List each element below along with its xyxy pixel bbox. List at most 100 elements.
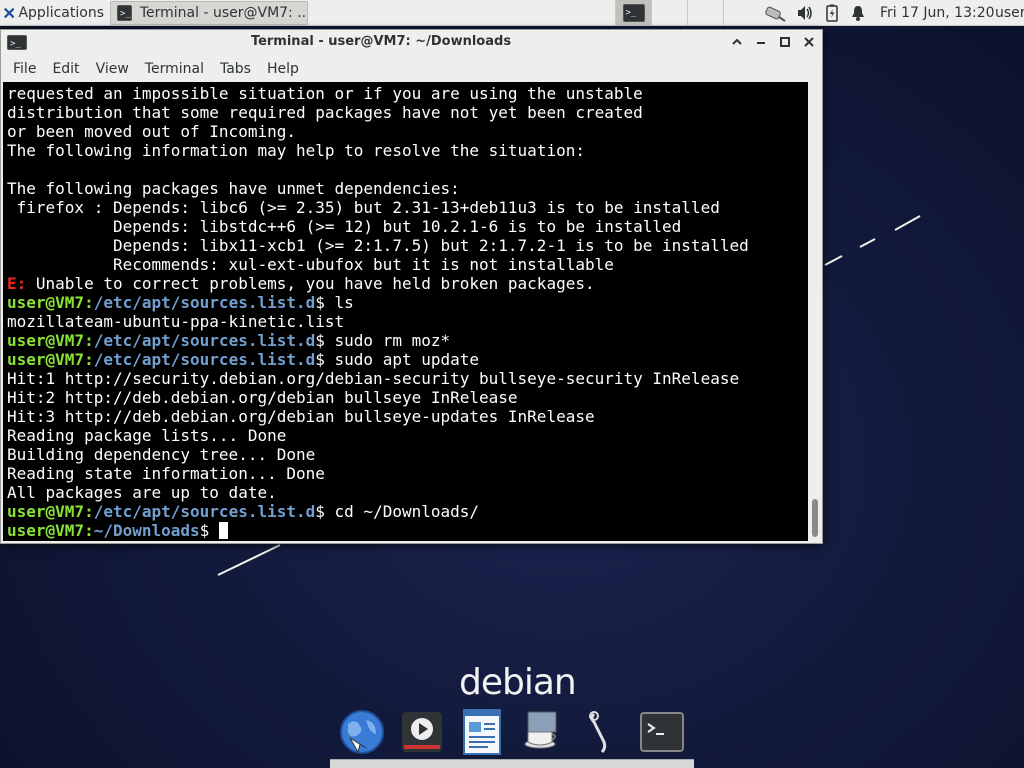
window-titlebar[interactable]: >_ Terminal - user@VM7: ~/Downloads bbox=[1, 30, 822, 56]
command-text: $ sudo rm moz* bbox=[315, 331, 451, 350]
terminal-line: user@VM7:/etc/apt/sources.list.d$ sudo r… bbox=[7, 331, 808, 350]
terminal-menubar: File Edit View Terminal Tabs Help bbox=[1, 56, 822, 82]
command-text: $ sudo apt update bbox=[315, 350, 480, 369]
menu-edit[interactable]: Edit bbox=[44, 61, 87, 77]
applications-label: Applications bbox=[18, 4, 104, 21]
terminal-line: user@VM7:~/Downloads$ bbox=[7, 521, 808, 540]
output-text: The following packages have unmet depend… bbox=[7, 179, 460, 198]
media-player-icon bbox=[402, 712, 442, 752]
taskbar-terminal-label: Terminal - user@VM7: ... bbox=[139, 4, 308, 21]
terminal-output[interactable]: requested an impossible situation or if … bbox=[3, 82, 808, 541]
menu-help[interactable]: Help bbox=[259, 61, 307, 77]
prompt-user: user@VM7 bbox=[7, 331, 85, 350]
terminal-line: requested an impossible situation or if … bbox=[7, 84, 808, 103]
output-text: Unable to correct problems, you have hel… bbox=[26, 274, 595, 293]
terminal-scrollbar[interactable] bbox=[809, 82, 821, 541]
text-editor-icon bbox=[463, 709, 501, 755]
terminal-line: Reading state information... Done bbox=[7, 464, 808, 483]
terminal-line: The following packages have unmet depend… bbox=[7, 179, 808, 198]
workspace-4[interactable] bbox=[723, 0, 759, 26]
dock-shelf bbox=[330, 759, 694, 768]
terminal-line: Hit:1 http://security.debian.org/debian-… bbox=[7, 369, 808, 388]
network-wired-icon[interactable] bbox=[764, 4, 786, 22]
menu-tabs[interactable]: Tabs bbox=[212, 61, 259, 77]
user-menu[interactable]: user bbox=[995, 0, 1024, 26]
terminal-line: user@VM7:/etc/apt/sources.list.d$ ls bbox=[7, 293, 808, 312]
prompt-path: /etc/apt/sources.list.d bbox=[93, 331, 316, 350]
panel-clock[interactable]: Fri 17 Jun, 13:20 bbox=[880, 0, 995, 26]
workspace-3[interactable] bbox=[687, 0, 723, 26]
text-cursor bbox=[218, 522, 228, 539]
output-text: distribution that some required packages… bbox=[7, 103, 643, 122]
output-text: Depends: libstdc++6 (>= 12) but 10.2.1-6… bbox=[7, 217, 682, 236]
terminal-line: Hit:2 http://deb.debian.org/debian bulls… bbox=[7, 388, 808, 407]
output-text: mozillateam-ubuntu-ppa-kinetic.list bbox=[7, 312, 345, 331]
output-text: Hit:1 http://security.debian.org/debian-… bbox=[7, 369, 740, 388]
output-text: Reading package lists... Done bbox=[7, 426, 287, 445]
terminal-line: Recommends: xul-ext-ubufox but it is not… bbox=[7, 255, 808, 274]
output-text: Hit:2 http://deb.debian.org/debian bulls… bbox=[7, 388, 518, 407]
shade-button[interactable] bbox=[728, 33, 746, 51]
debian-logo: debian bbox=[459, 662, 577, 703]
prompt-separator: : bbox=[84, 521, 94, 540]
taskbar-terminal-button[interactable]: >_ Terminal - user@VM7: ... bbox=[110, 0, 308, 25]
dock-network-tool[interactable] bbox=[578, 708, 626, 756]
output-text: firefox : Depends: libc6 (>= 2.35) but 2… bbox=[7, 198, 720, 217]
terminal-icon: >_ bbox=[117, 4, 132, 21]
command-text: $ cd ~/Downloads/ bbox=[315, 502, 480, 521]
terminal-icon bbox=[640, 712, 684, 752]
output-text: Recommends: xul-ext-ubufox but it is not… bbox=[7, 255, 614, 274]
menu-file[interactable]: File bbox=[5, 61, 44, 77]
dock bbox=[330, 704, 694, 768]
web-browser-icon bbox=[340, 710, 384, 754]
terminal-line: Hit:3 http://deb.debian.org/debian bulls… bbox=[7, 407, 808, 426]
output-text: The following information may help to re… bbox=[7, 141, 585, 160]
terminal-line: mozillateam-ubuntu-ppa-kinetic.list bbox=[7, 312, 808, 331]
close-button[interactable] bbox=[800, 33, 818, 51]
prompt-separator: : bbox=[84, 293, 94, 312]
output-text: or been moved out of Incoming. bbox=[7, 122, 296, 141]
dock-web-browser[interactable] bbox=[338, 708, 386, 756]
menu-terminal[interactable]: Terminal bbox=[137, 61, 212, 77]
terminal-line: Reading package lists... Done bbox=[7, 426, 808, 445]
output-text: Depends: libx11-xcb1 (>= 2:1.7.5) but 2:… bbox=[7, 236, 749, 255]
notification-bell-icon[interactable] bbox=[850, 4, 866, 22]
prompt-separator: : bbox=[84, 331, 94, 350]
minimize-icon bbox=[757, 42, 765, 44]
minimize-button[interactable] bbox=[752, 33, 770, 51]
dock-java-app[interactable] bbox=[518, 708, 566, 756]
dock-media-player[interactable] bbox=[398, 708, 446, 756]
prompt-path: /etc/apt/sources.list.d bbox=[93, 502, 316, 521]
terminal-line: user@VM7:/etc/apt/sources.list.d$ sudo a… bbox=[7, 350, 808, 369]
workspace-2[interactable] bbox=[651, 0, 687, 26]
prompt-user: user@VM7 bbox=[7, 502, 85, 521]
workspace-1[interactable]: >_ bbox=[615, 0, 651, 26]
terminal-line: Depends: libstdc++6 (>= 12) but 10.2.1-6… bbox=[7, 217, 808, 236]
prompt-path: /etc/apt/sources.list.d bbox=[93, 350, 316, 369]
scrollbar-thumb[interactable] bbox=[812, 499, 818, 537]
terminal-icon: >_ bbox=[622, 4, 645, 22]
window-title: Terminal - user@VM7: ~/Downloads bbox=[250, 34, 512, 49]
maximize-button[interactable] bbox=[776, 33, 794, 51]
dock-terminal[interactable] bbox=[638, 708, 686, 756]
prompt-path: /etc/apt/sources.list.d bbox=[93, 293, 316, 312]
terminal-line: distribution that some required packages… bbox=[7, 103, 808, 122]
dock-text-editor[interactable] bbox=[458, 708, 506, 756]
volume-icon[interactable] bbox=[796, 4, 814, 22]
error-tag: E: bbox=[7, 274, 27, 293]
workspace-switcher: >_ bbox=[615, 0, 759, 26]
menu-view[interactable]: View bbox=[88, 61, 137, 77]
battery-charging-icon[interactable] bbox=[824, 4, 840, 22]
terminal-line: firefox : Depends: libc6 (>= 2.35) but 2… bbox=[7, 198, 808, 217]
terminal-line: Building dependency tree... Done bbox=[7, 445, 808, 464]
maximize-icon bbox=[780, 37, 790, 47]
output-text: requested an impossible situation or if … bbox=[7, 84, 643, 103]
terminal-line: All packages are up to date. bbox=[7, 483, 808, 502]
prompt-user: user@VM7 bbox=[7, 350, 85, 369]
output-text: Reading state information... Done bbox=[7, 464, 325, 483]
prompt-user: user@VM7 bbox=[7, 293, 85, 312]
terminal-line: user@VM7:/etc/apt/sources.list.d$ cd ~/D… bbox=[7, 502, 808, 521]
close-icon bbox=[804, 37, 814, 47]
java-coffee-icon bbox=[524, 711, 557, 749]
applications-menu[interactable]: Applications bbox=[0, 0, 108, 26]
